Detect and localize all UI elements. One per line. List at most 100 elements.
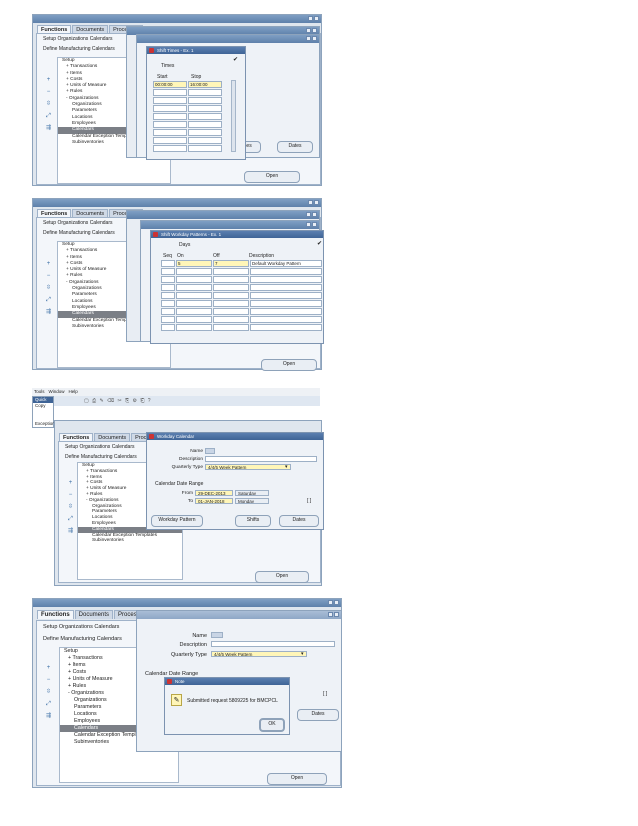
from-date-field[interactable]: 29-DEC-2013	[195, 490, 233, 496]
grid-cell[interactable]	[188, 137, 222, 144]
collapse-icon[interactable]: ⤢	[46, 701, 51, 707]
name-field[interactable]	[205, 448, 215, 454]
flexfield-icon[interactable]: [ ]	[323, 691, 327, 697]
to-date-field[interactable]: 01-JAN-2018	[195, 498, 233, 504]
grid-cell[interactable]	[176, 300, 212, 307]
chevron-down-icon[interactable]: ▾	[301, 651, 304, 657]
collapse-icon[interactable]: ⤢	[46, 113, 51, 119]
grid-cell[interactable]	[250, 300, 322, 307]
grid-cell[interactable]	[176, 276, 212, 283]
grid-cell[interactable]	[176, 284, 212, 291]
grid-cell[interactable]	[161, 276, 175, 283]
close-icon[interactable]	[334, 612, 339, 617]
minimize-icon[interactable]	[328, 612, 333, 617]
minus-icon[interactable]: −	[46, 273, 51, 279]
close-icon[interactable]	[334, 600, 339, 605]
grid-cell[interactable]	[188, 97, 222, 104]
grid-cell[interactable]	[161, 292, 175, 299]
on-days-cell[interactable]: 5	[176, 260, 212, 267]
close-icon[interactable]	[312, 28, 317, 33]
tree-item[interactable]: Subinventories	[78, 538, 182, 544]
dates-button[interactable]: Dates	[277, 141, 313, 153]
close-icon[interactable]	[314, 16, 319, 21]
description-field[interactable]	[205, 456, 317, 462]
grid-cell[interactable]	[153, 137, 187, 144]
grid-cell[interactable]	[176, 308, 212, 315]
menu-item-exception-templates[interactable]: Exception Templates	[33, 421, 76, 427]
grid-cell[interactable]	[153, 121, 187, 128]
grid-cell[interactable]	[161, 284, 175, 291]
shifts-button[interactable]: Shifts	[235, 515, 271, 527]
grid-cell[interactable]	[250, 308, 322, 315]
close-icon[interactable]	[312, 212, 317, 217]
toolbar[interactable]: ▢ ⎙ ✎ ⌫ ✂ ⎘ ⚙ ⎗ ?	[32, 396, 320, 406]
workday-pattern-button[interactable]: Workday Pattern	[151, 515, 203, 527]
chevron-down-icon[interactable]: ▾	[285, 464, 288, 470]
open-button[interactable]: Open	[267, 773, 327, 785]
grid-cell[interactable]	[213, 308, 249, 315]
menu-tools[interactable]: Tools	[34, 388, 45, 396]
stop-time-cell[interactable]: 16:00:00	[188, 81, 222, 88]
grid-cell[interactable]	[250, 292, 322, 299]
grid-cell[interactable]	[213, 300, 249, 307]
expand-all-icon[interactable]: ⇶	[68, 528, 73, 534]
grid-cell[interactable]	[213, 284, 249, 291]
grid-cell[interactable]	[213, 292, 249, 299]
plus-icon[interactable]: +	[46, 261, 51, 267]
open-button[interactable]: Open	[261, 359, 317, 371]
start-time-cell[interactable]: 00:00:00	[153, 81, 187, 88]
grid-cell[interactable]	[188, 105, 222, 112]
grid-cell[interactable]	[213, 268, 249, 275]
grid-cell[interactable]	[153, 145, 187, 152]
plus-icon[interactable]: +	[46, 665, 51, 671]
grid-cell[interactable]	[153, 129, 187, 136]
grid-cell[interactable]	[213, 276, 249, 283]
minimize-icon[interactable]	[308, 200, 313, 205]
minus-icon[interactable]: −	[46, 89, 51, 95]
plus-icon[interactable]: +	[68, 480, 73, 486]
grid-cell[interactable]	[250, 276, 322, 283]
grid-cell[interactable]	[250, 284, 322, 291]
minus-icon[interactable]: −	[68, 492, 73, 498]
grid-cell[interactable]	[161, 316, 175, 323]
grid-cell[interactable]	[188, 113, 222, 120]
grid-cell[interactable]	[188, 121, 222, 128]
minus-icon[interactable]: −	[46, 677, 51, 683]
expand-all-icon[interactable]: ⇶	[46, 309, 51, 315]
minimize-icon[interactable]	[306, 222, 311, 227]
menu-help[interactable]: Help	[69, 388, 78, 396]
flexfield-icon[interactable]: [ ]	[307, 498, 311, 504]
dates-button[interactable]: Dates	[279, 515, 319, 527]
minimize-icon[interactable]	[306, 28, 311, 33]
open-button[interactable]: Open	[244, 171, 300, 183]
grid-cell[interactable]	[250, 324, 322, 331]
grid-cell[interactable]	[153, 97, 187, 104]
grid-cell[interactable]	[153, 89, 187, 96]
grid-cell[interactable]	[153, 105, 187, 112]
minimize-icon[interactable]	[328, 600, 333, 605]
grid-cell[interactable]	[176, 324, 212, 331]
collapse-icon[interactable]: ⤢	[68, 516, 73, 522]
tab-documents[interactable]: Documents	[74, 610, 114, 619]
grid-cell[interactable]	[161, 300, 175, 307]
grid-cell[interactable]	[161, 324, 175, 331]
grid-cell[interactable]	[250, 316, 322, 323]
name-field[interactable]	[211, 632, 223, 638]
grid-cell[interactable]	[250, 268, 322, 275]
expand-icon[interactable]: ⇳	[46, 285, 51, 291]
open-button[interactable]: Open	[255, 571, 309, 583]
grid-cell[interactable]	[213, 324, 249, 331]
collapse-icon[interactable]: ⤢	[46, 297, 51, 303]
grid-cell[interactable]	[188, 129, 222, 136]
grid-cell[interactable]	[161, 308, 175, 315]
quarterly-type-select[interactable]: 4/4/5 Week Pattern	[211, 651, 307, 657]
off-days-cell[interactable]: 7	[213, 260, 249, 267]
grid-cell[interactable]	[213, 316, 249, 323]
menu-window[interactable]: Window	[49, 388, 65, 396]
description-field[interactable]	[211, 641, 335, 647]
description-cell[interactable]: Default Workday Pattern	[250, 260, 322, 267]
grid-cell[interactable]	[161, 260, 175, 267]
expand-all-icon[interactable]: ⇶	[46, 713, 51, 719]
grid-cell[interactable]	[176, 268, 212, 275]
grid-cell[interactable]	[153, 113, 187, 120]
